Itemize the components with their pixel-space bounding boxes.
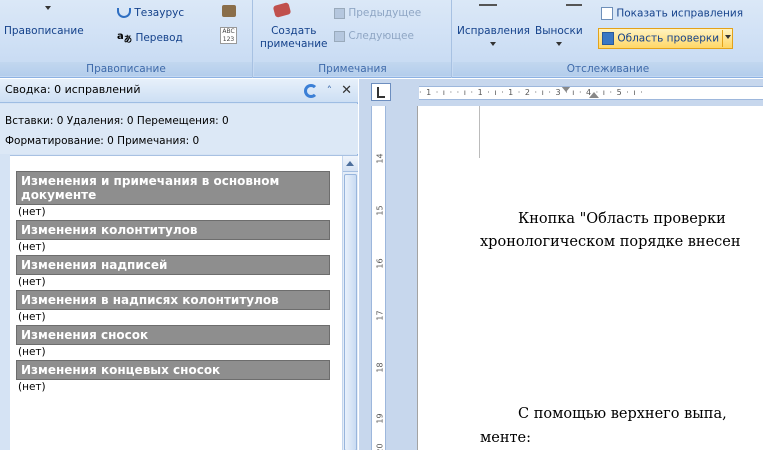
show-markup-icon (601, 7, 613, 20)
list-item: Изменения в надписях колонтитулов (нет) (16, 290, 330, 325)
new-comment-label-line2: примечание (260, 38, 328, 50)
tracking-group: Исправления Выноски Показать исправления… (453, 0, 763, 78)
pane-controls: ˄ ✕ (303, 80, 352, 102)
section-empty-value: (нет) (18, 241, 46, 253)
thesaurus-icon (117, 8, 131, 18)
vertical-ruler[interactable]: 14 15 16 17 18 19 20 (371, 106, 386, 450)
next-comment-icon (334, 30, 345, 42)
comments-group-label: Примечания (254, 62, 451, 76)
chevron-down-icon (724, 35, 731, 39)
next-comment-label: Следующее (348, 30, 414, 42)
new-comment-label-line1: Создать (271, 25, 317, 37)
balloons-button[interactable]: Выноски (535, 25, 583, 51)
previous-comment-button[interactable]: Предыдущее (334, 7, 421, 20)
paragraph-2-line-1[interactable]: С помощью верхнего выпа, (518, 406, 727, 422)
reviewing-pane-dropdown[interactable] (722, 30, 733, 47)
list-item: Изменения колонтитулов (нет) (16, 220, 330, 255)
section-header: Изменения концевых сносок (16, 360, 330, 380)
scroll-thumb[interactable] (344, 174, 357, 450)
show-markup-button[interactable]: Показать исправления (601, 7, 743, 21)
document-page[interactable]: Кнопка "Область проверки хронологическом… (417, 106, 763, 450)
stats-line-insertions: Вставки: 0 Удаления: 0 Перемещения: 0 (5, 115, 229, 127)
reviewing-pane: Сводка: 0 исправлений ˄ ✕ Вставки: 0 Уда… (0, 79, 358, 450)
left-indent-marker[interactable] (589, 92, 599, 98)
close-icon[interactable]: ✕ (341, 80, 352, 102)
reviewing-pane-label: Область проверки (617, 32, 720, 45)
reviewing-pane-icon (602, 32, 614, 45)
previous-comment-icon (334, 7, 345, 19)
section-header: Изменения сносок (16, 325, 330, 345)
list-item: Изменения надписей (нет) (16, 255, 330, 290)
spelling-button[interactable] (18, 2, 51, 15)
paragraph-1-line-1[interactable]: Кнопка "Область проверки (518, 211, 726, 227)
previous-comment-label: Предыдущее (348, 7, 422, 19)
translate-button[interactable]: aあ Перевод (117, 30, 183, 46)
tab-selector-icon[interactable] (371, 83, 391, 101)
pane-stats: Вставки: 0 Удаления: 0 Перемещения: 0 Фо… (0, 104, 358, 154)
list-item: Изменения концевых сносок (нет) (16, 360, 330, 395)
tracking-group-label: Отслеживание (453, 62, 763, 76)
paragraph-1-line-2[interactable]: хронологическом порядке внесен (480, 234, 741, 250)
vertical-ruler-label: 18 (375, 362, 385, 373)
research-icon[interactable] (222, 5, 236, 17)
refresh-icon[interactable] (303, 84, 318, 98)
chevron-down-icon (555, 42, 562, 46)
paragraph-2-line-2[interactable]: менте: (480, 430, 531, 446)
section-header: Изменения и примечания в основном докуме… (16, 171, 330, 205)
track-changes-label: Исправления (457, 25, 530, 37)
changes-list[interactable]: Изменения и примечания в основном докуме… (10, 155, 358, 450)
margin-guide (479, 106, 480, 158)
collapse-icon[interactable]: ˄ (327, 80, 333, 102)
proofing-group: Правописание Тезаурус aあ Перевод ABC 123 … (0, 0, 253, 78)
vertical-ruler-label: 17 (375, 310, 385, 321)
proofing-group-label: Правописание (0, 62, 252, 76)
section-header: Изменения колонтитулов (16, 220, 330, 240)
comments-group: Создать примечание Предыдущее Следующее … (254, 0, 452, 78)
scroll-up-arrow-icon[interactable] (343, 156, 358, 172)
vertical-ruler-label: 15 (375, 205, 385, 216)
horizontal-ruler[interactable]: · 1 · ı · · ı · 1 · ı · 1 · 2 · ı · 3 · … (419, 86, 763, 100)
reviewing-pane-header: Сводка: 0 исправлений ˄ ✕ (0, 79, 358, 103)
show-markup-label: Показать исправления (616, 7, 744, 20)
first-line-indent-marker[interactable] (561, 87, 571, 92)
translate-label: Перевод (135, 32, 183, 44)
section-empty-value: (нет) (18, 276, 46, 288)
thesaurus-label: Тезаурус (134, 7, 185, 19)
vertical-ruler-label: 14 (375, 153, 385, 164)
summary-label: Сводка: 0 исправлений (5, 83, 141, 96)
section-header: Изменения в надписях колонтитулов (16, 290, 330, 310)
reviewing-pane-button[interactable]: Область проверки (598, 28, 734, 49)
thesaurus-button[interactable]: Тезаурус (117, 7, 184, 20)
new-comment-button[interactable]: Создать примечание (260, 25, 328, 51)
balloons-label: Выноски (535, 25, 583, 37)
horizontal-ruler-ticks: · 1 · ı · · ı · 1 · ı · 1 · 2 · ı · 3 · … (419, 88, 644, 97)
section-empty-value: (нет) (18, 206, 46, 218)
balloons-icon (566, 4, 582, 12)
list-item: Изменения и примечания в основном докуме… (16, 171, 330, 220)
vertical-ruler-label: 16 (375, 258, 385, 269)
section-header: Изменения надписей (16, 255, 330, 275)
word-count-icon[interactable]: ABC 123 (220, 27, 237, 44)
stats-line-formatting: Форматирование: 0 Примечания: 0 (5, 135, 200, 147)
section-empty-value: (нет) (18, 381, 46, 393)
vertical-ruler-label: 20 (375, 443, 385, 450)
ribbon: Правописание Тезаурус aあ Перевод ABC 123 … (0, 0, 763, 78)
track-changes-icon (479, 4, 497, 12)
document-area: · 1 · ı · · ı · 1 · ı · 1 · 2 · ı · 3 · … (359, 79, 763, 450)
chevron-down-icon (45, 6, 51, 10)
section-empty-value: (нет) (18, 311, 46, 323)
chevron-down-icon (490, 42, 497, 46)
track-changes-button[interactable]: Исправления (457, 25, 530, 51)
spelling-button-label[interactable]: Правописание (4, 25, 84, 38)
section-empty-value: (нет) (18, 346, 46, 358)
next-comment-button[interactable]: Следующее (334, 30, 414, 43)
list-item: Изменения сносок (нет) (16, 325, 330, 360)
translate-icon: aあ (117, 31, 133, 44)
vertical-ruler-label: 19 (375, 413, 385, 424)
pane-scrollbar[interactable] (342, 156, 358, 450)
new-comment-icon (272, 2, 292, 18)
